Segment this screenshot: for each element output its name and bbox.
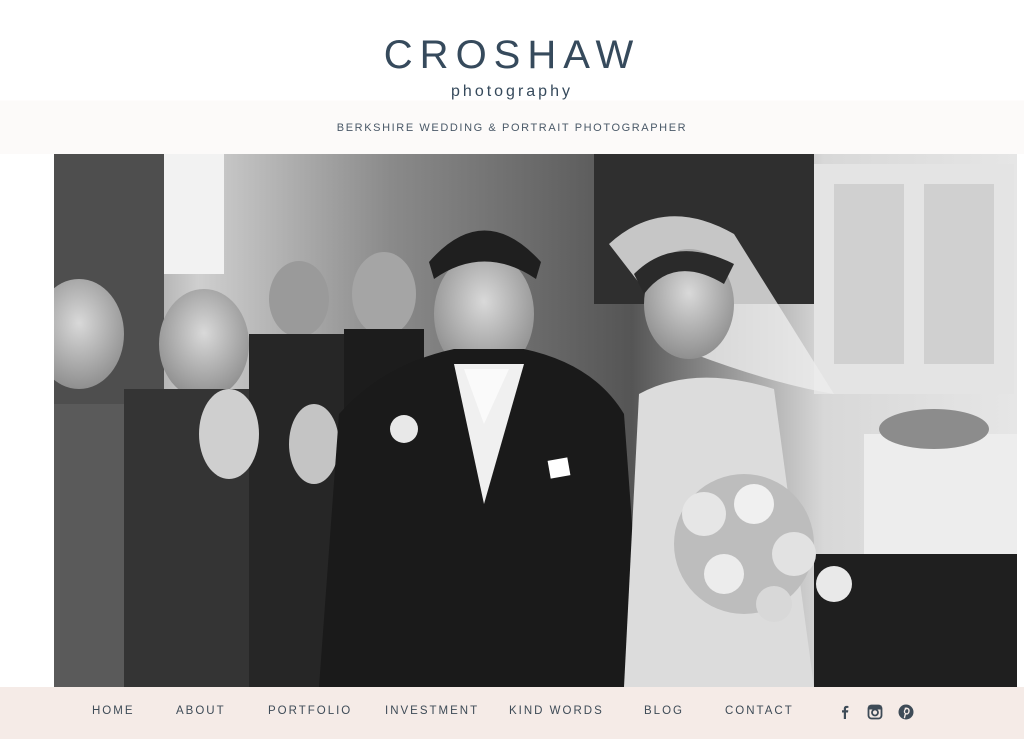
- nav-portfolio[interactable]: PORTFOLIO: [268, 705, 352, 717]
- nav-home[interactable]: HOME: [92, 705, 135, 717]
- nav-blog[interactable]: BLOG: [644, 705, 684, 717]
- nav-investment[interactable]: INVESTMENT: [385, 705, 479, 717]
- nav-contact[interactable]: CONTACT: [725, 705, 794, 717]
- wedding-photo: [54, 154, 1017, 687]
- nav-about[interactable]: ABOUT: [176, 705, 226, 717]
- nav-kind-words[interactable]: KIND WORDS: [509, 705, 604, 717]
- tagline: BERKSHIRE WEDDING & PORTRAIT PHOTOGRAPHE…: [336, 122, 688, 134]
- hero-image: [54, 154, 1017, 687]
- main-nav: HOME ABOUT PORTFOLIO INVESTMENT KIND WOR…: [0, 687, 1024, 739]
- pinterest-icon[interactable]: [896, 702, 916, 722]
- facebook-icon[interactable]: [835, 702, 855, 722]
- brand-logo[interactable]: CROSHAW: [0, 33, 1024, 78]
- brand-subtitle: photography: [451, 83, 573, 100]
- site-header: CROSHAW photography BERKSHIRE WEDDING & …: [0, 0, 1024, 154]
- instagram-icon[interactable]: [865, 702, 885, 722]
